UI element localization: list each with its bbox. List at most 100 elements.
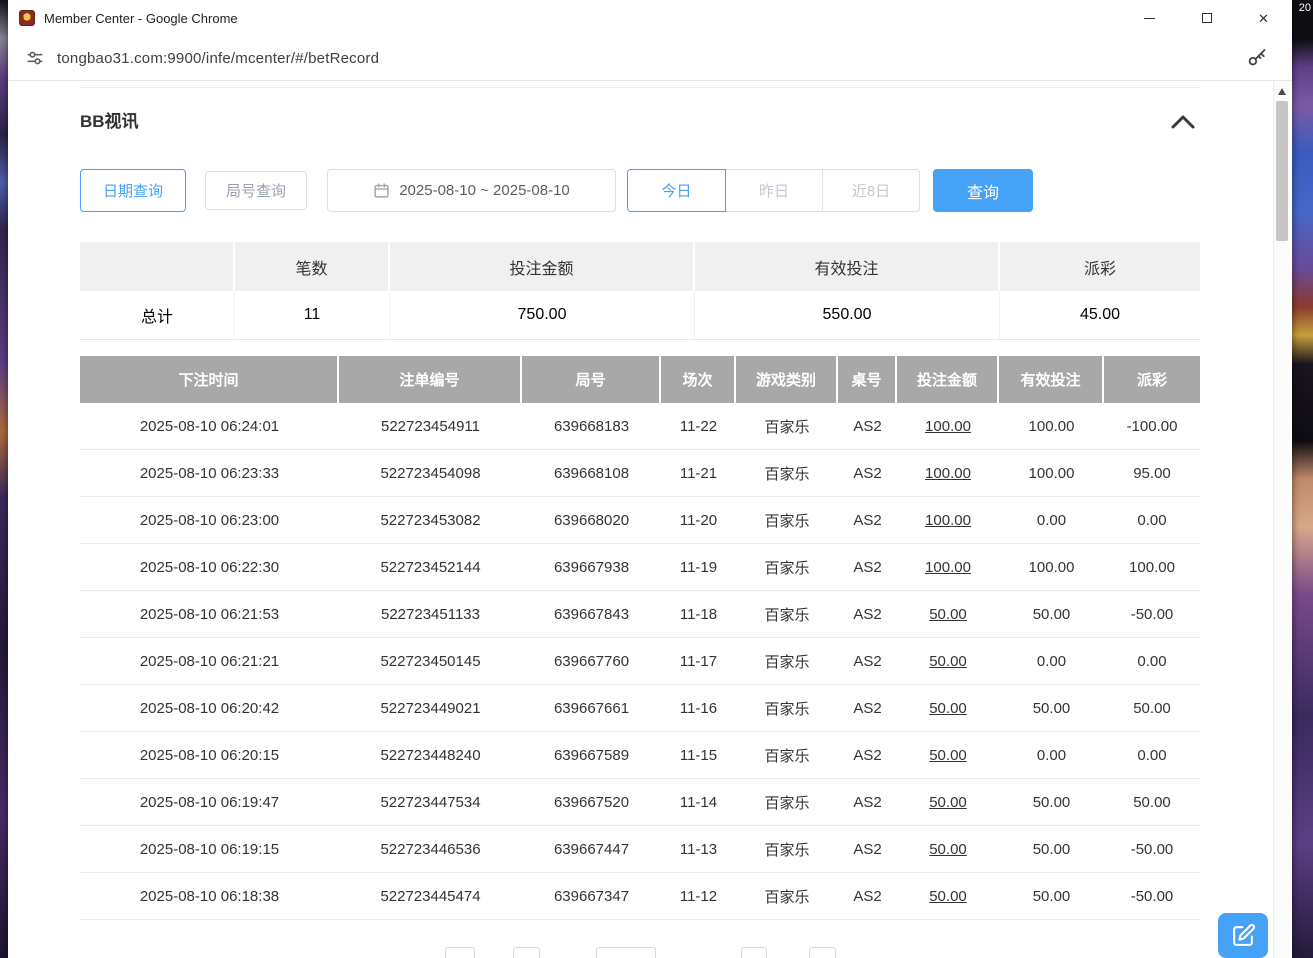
bet-table-header-cell: 下注时间 [80,356,339,403]
summary-header-cell: 派彩 [1000,242,1200,291]
close-button[interactable]: ✕ [1235,0,1292,36]
quick-last8days-button[interactable]: 近8日 [822,169,920,212]
bet-record-row: 2025-08-10 06:22:30522723452144639667938… [80,544,1200,591]
quick-yesterday-button[interactable]: 昨日 [725,169,823,212]
bet-amount-link[interactable]: 50.00 [897,826,999,872]
bet-amount-link[interactable]: 50.00 [897,685,999,731]
round-id-cell: 639667347 [522,873,661,919]
scrollbar-thumb[interactable] [1276,101,1288,241]
bet-table-header-cell: 投注金额 [897,356,999,403]
game-type-cell: 百家乐 [736,873,838,919]
game-type-cell: 百家乐 [736,591,838,637]
game-type-cell: 百家乐 [736,450,838,496]
site-settings-tune-icon[interactable] [25,48,45,68]
bet-amount-link[interactable]: 100.00 [897,497,999,543]
window-title: Member Center - Google Chrome [44,11,238,26]
payout-cell: 0.00 [1104,732,1200,778]
session-cell: 11-14 [661,779,736,825]
pagination-first-button[interactable] [445,947,475,958]
game-type-cell: 百家乐 [736,732,838,778]
summary-header-cell: 笔数 [235,242,390,291]
collapse-section-button[interactable] [1168,111,1198,133]
session-cell: 11-13 [661,826,736,872]
bet-id-cell: 522723445474 [339,873,522,919]
browser-window: Member Center - Google Chrome ✕ tongbao3… [8,0,1292,958]
address-bar: tongbao31.com:9900/infe/mcenter/#/betRec… [8,36,1292,81]
maximize-button[interactable] [1178,0,1235,36]
quick-bet-edit-fab[interactable] [1218,913,1268,958]
valid-bet-cell: 50.00 [999,826,1104,872]
password-key-icon[interactable] [1246,47,1268,69]
desktop-clock-fragment: 20 [1299,2,1311,14]
scrollbar-up-icon[interactable] [1278,88,1286,95]
round-query-tab[interactable]: 局号查询 [205,171,307,210]
payout-cell: 95.00 [1104,450,1200,496]
bet-amount-link[interactable]: 100.00 [897,450,999,496]
summary-value-cell: 550.00 [695,291,1000,340]
table-id-cell: AS2 [838,497,897,543]
table-id-cell: AS2 [838,779,897,825]
chevron-up-icon [1171,115,1195,129]
bet-amount-link[interactable]: 50.00 [897,638,999,684]
date-range-picker[interactable]: 2025-08-10 ~ 2025-08-10 [327,169,616,212]
payout-cell: 0.00 [1104,497,1200,543]
table-id-cell: AS2 [838,685,897,731]
bet-amount-link[interactable]: 100.00 [897,403,999,449]
payout-cell: 50.00 [1104,685,1200,731]
bet-id-cell: 522723454098 [339,450,522,496]
summary-header-cell: 投注金额 [390,242,695,291]
pagination-page-box[interactable] [596,947,656,958]
page-scrollbar[interactable] [1273,81,1290,958]
bet-amount-link[interactable]: 50.00 [897,591,999,637]
session-cell: 11-22 [661,403,736,449]
round-id-cell: 639668020 [522,497,661,543]
table-id-cell: AS2 [838,544,897,590]
pagination-prev-button[interactable] [513,947,540,958]
summary-value-cell: 750.00 [390,291,695,340]
bet-id-cell: 522723452144 [339,544,522,590]
payout-cell: 0.00 [1104,638,1200,684]
pagination-last-button[interactable] [809,947,836,958]
game-type-cell: 百家乐 [736,779,838,825]
quick-today-button[interactable]: 今日 [627,169,726,212]
bet-record-row: 2025-08-10 06:23:00522723453082639668020… [80,497,1200,544]
section-title: BB视讯 [80,107,139,132]
valid-bet-cell: 0.00 [999,638,1104,684]
bet-time-cell: 2025-08-10 06:18:38 [80,873,339,919]
bet-time-cell: 2025-08-10 06:20:15 [80,732,339,778]
table-id-cell: AS2 [838,450,897,496]
date-range-value: 2025-08-10 ~ 2025-08-10 [399,182,570,199]
bet-amount-link[interactable]: 50.00 [897,873,999,919]
session-cell: 11-18 [661,591,736,637]
bet-table-header-cell: 注单编号 [339,356,522,403]
bet-time-cell: 2025-08-10 06:19:15 [80,826,339,872]
bet-record-row: 2025-08-10 06:24:01522723454911639668183… [80,403,1200,450]
valid-bet-cell: 100.00 [999,544,1104,590]
minimize-button[interactable] [1121,0,1178,36]
search-button[interactable]: 查询 [933,169,1033,212]
round-id-cell: 639668108 [522,450,661,496]
url-text[interactable]: tongbao31.com:9900/infe/mcenter/#/betRec… [57,50,379,67]
app-favicon [19,10,35,26]
bet-time-cell: 2025-08-10 06:24:01 [80,403,339,449]
title-bar: Member Center - Google Chrome ✕ [8,0,1292,36]
bet-amount-link[interactable]: 100.00 [897,544,999,590]
bet-id-cell: 522723450145 [339,638,522,684]
bet-id-cell: 522723448240 [339,732,522,778]
bet-time-cell: 2025-08-10 06:19:47 [80,779,339,825]
date-query-tab[interactable]: 日期查询 [80,169,186,212]
table-id-cell: AS2 [838,873,897,919]
game-type-cell: 百家乐 [736,403,838,449]
bet-record-row: 2025-08-10 06:19:47522723447534639667520… [80,779,1200,826]
maximize-icon [1202,13,1212,23]
bet-id-cell: 522723451133 [339,591,522,637]
bet-time-cell: 2025-08-10 06:23:00 [80,497,339,543]
bet-amount-link[interactable]: 50.00 [897,779,999,825]
summary-value-cell: 11 [235,291,390,340]
pagination-next-button[interactable] [741,947,767,958]
summary-value-cell: 45.00 [1000,291,1200,340]
bet-amount-link[interactable]: 50.00 [897,732,999,778]
bet-table-header-cell: 桌号 [838,356,897,403]
summary-body-row: 总计11750.00550.0045.00 [80,291,1200,340]
bet-time-cell: 2025-08-10 06:21:21 [80,638,339,684]
